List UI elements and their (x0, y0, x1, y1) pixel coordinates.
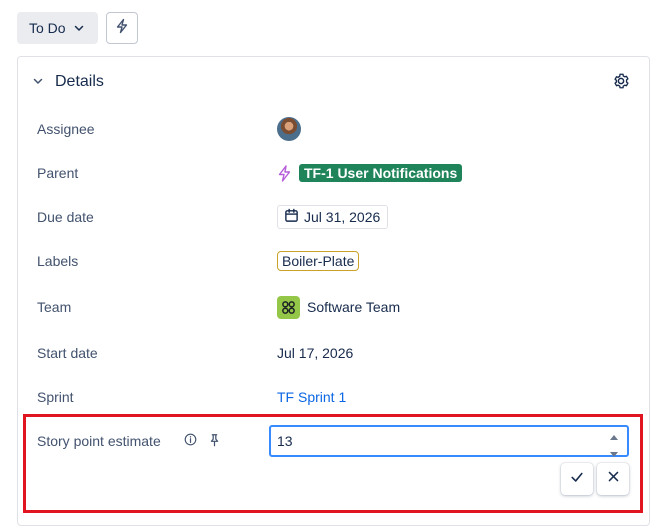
details-header[interactable]: Details (18, 57, 649, 107)
start-date-value[interactable]: Jul 17, 2026 (277, 345, 353, 361)
status-label: To Do (29, 20, 66, 36)
sprint-label: Sprint (37, 389, 74, 405)
lightning-icon (114, 18, 130, 39)
due-date-text: Jul 31, 2026 (304, 209, 381, 225)
calendar-icon (284, 208, 304, 226)
caret-up-icon[interactable] (608, 429, 620, 447)
info-icon[interactable] (184, 433, 197, 446)
avatar[interactable] (277, 117, 301, 141)
team-value[interactable]: Software Team (307, 299, 400, 315)
field-labels: Labels Boiler-Plate (18, 246, 649, 276)
assignee-label: Assignee (37, 121, 95, 137)
sprint-link[interactable]: TF Sprint 1 (277, 389, 346, 405)
due-date-value[interactable]: Jul 31, 2026 (277, 205, 389, 229)
labels-label: Labels (37, 253, 79, 269)
chevron-down-icon (73, 22, 85, 34)
field-assignee: Assignee (18, 114, 649, 144)
team-icon (277, 295, 300, 319)
team-label: Team (37, 299, 72, 315)
story-point-input[interactable] (269, 425, 629, 457)
gear-icon[interactable] (612, 72, 630, 90)
field-sprint: Sprint TF Sprint 1 (18, 382, 649, 412)
epic-lightning-icon (277, 164, 292, 182)
field-due-date: Due date Jul 31, 2026 (18, 202, 649, 232)
automation-button[interactable] (106, 12, 138, 44)
number-stepper[interactable] (608, 429, 620, 457)
chevron-down-icon[interactable] (32, 75, 44, 87)
confirm-button[interactable] (561, 463, 593, 495)
cancel-button[interactable] (597, 463, 629, 495)
field-parent: Parent TF-1 User Notifications (18, 158, 649, 188)
field-start-date: Start date Jul 17, 2026 (18, 338, 649, 368)
parent-label: Parent (37, 165, 79, 181)
parent-issue-link[interactable]: TF-1 User Notifications (299, 164, 463, 182)
pin-icon[interactable] (208, 433, 221, 447)
story-point-estimate-label: Story point estimate (37, 433, 161, 449)
start-date-label: Start date (37, 345, 98, 361)
close-icon (607, 470, 620, 488)
details-title: Details (55, 73, 104, 90)
check-icon (570, 470, 584, 489)
label-tag[interactable]: Boiler-Plate (277, 251, 360, 271)
status-dropdown-button[interactable]: To Do (17, 12, 98, 44)
due-date-label: Due date (37, 209, 94, 225)
field-team: Team Software Team (18, 292, 649, 322)
